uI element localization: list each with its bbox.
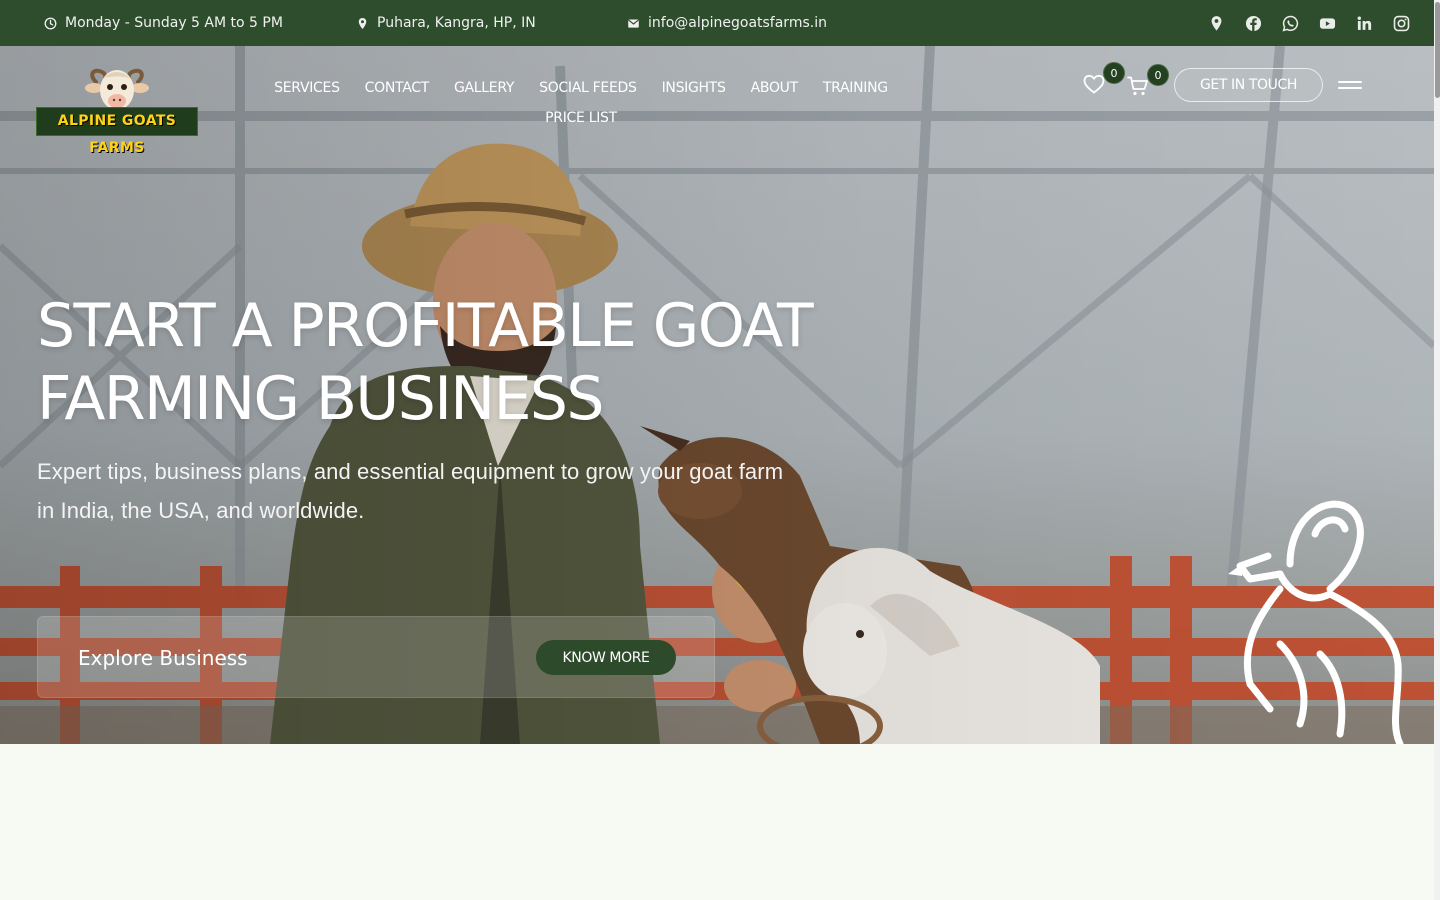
nav-item-social-feeds[interactable]: SOCIAL FEEDS xyxy=(539,78,637,98)
clock-icon xyxy=(44,17,57,29)
cart-button[interactable]: 0 xyxy=(1126,64,1169,100)
business-hours: Monday - Sunday 5 AM to 5 PM xyxy=(44,0,283,46)
map-pin-icon xyxy=(1211,15,1221,31)
contact-email[interactable]: info@alpinegoatsfarms.in xyxy=(627,0,827,46)
get-in-touch-button[interactable]: GET IN TOUCH xyxy=(1174,68,1323,102)
know-more-button[interactable]: KNOW MORE xyxy=(536,640,676,675)
whatsapp-icon xyxy=(1282,15,1298,31)
youtube-link[interactable] xyxy=(1318,14,1336,32)
map-pin-icon xyxy=(358,17,367,29)
explore-business-label: Explore Business xyxy=(78,646,248,670)
whatsapp-link[interactable] xyxy=(1281,14,1299,32)
nav-item-gallery[interactable]: GALLERY xyxy=(454,78,514,98)
email-link[interactable]: info@alpinegoatsfarms.in xyxy=(648,15,827,31)
goat-head-logo-icon xyxy=(85,68,149,110)
facebook-icon xyxy=(1245,15,1261,31)
linkedin-icon xyxy=(1357,16,1371,30)
nav-item-training[interactable]: TRAINING xyxy=(823,78,888,98)
hours-text: Monday - Sunday 5 AM to 5 PM xyxy=(65,15,283,31)
nav-item-contact[interactable]: CONTACT xyxy=(365,78,430,98)
nav-item-price-list[interactable]: PRICE LIST xyxy=(545,108,617,128)
site-logo[interactable]: ALPINE GOATS FARMS xyxy=(36,66,198,156)
cart-count-badge: 0 xyxy=(1147,64,1169,86)
hero-section: ALPINE GOATS FARMS SERVICES CONTACT GALL… xyxy=(0,46,1434,744)
facebook-link[interactable] xyxy=(1244,14,1262,32)
nav-item-about[interactable]: ABOUT xyxy=(751,78,799,98)
youtube-icon xyxy=(1319,17,1335,29)
instagram-icon xyxy=(1393,15,1409,31)
main-navigation: SERVICES CONTACT GALLERY SOCIAL FEEDS IN… xyxy=(240,78,922,128)
location-text: Puhara, Kangra, HP, IN xyxy=(377,15,536,31)
nav-item-services[interactable]: SERVICES xyxy=(274,78,340,98)
explore-business-panel: Explore Business KNOW MORE xyxy=(37,616,715,698)
hero-title-line-2: FARMING BUSINESS xyxy=(37,364,604,434)
goat-emblem-icon xyxy=(1228,500,1404,744)
top-info-bar: Monday - Sunday 5 AM to 5 PM Puhara, Kan… xyxy=(0,0,1434,46)
wishlist-button[interactable]: 0 xyxy=(1082,62,1125,98)
nav-item-insights[interactable]: INSIGHTS xyxy=(662,78,726,98)
farm-location: Puhara, Kangra, HP, IN xyxy=(356,0,536,46)
instagram-link[interactable] xyxy=(1392,14,1410,32)
hero-title-line-1: START A PROFITABLE GOAT xyxy=(37,291,814,361)
hero-subtitle: Expert tips, business plans, and essenti… xyxy=(37,459,784,523)
wishlist-count-badge: 0 xyxy=(1103,62,1125,84)
social-links xyxy=(1207,0,1410,46)
menu-hamburger-icon[interactable] xyxy=(1338,79,1362,91)
hero-title: START A PROFITABLE GOAT FARMING BUSINESS xyxy=(37,290,917,436)
logo-wordmark: ALPINE GOATS FARMS xyxy=(36,107,198,156)
page-scrollbar-track[interactable] xyxy=(1434,0,1440,900)
map-pin-link[interactable] xyxy=(1207,14,1225,32)
envelope-icon xyxy=(628,18,639,28)
linkedin-link[interactable] xyxy=(1355,14,1373,32)
page-scrollbar-thumb[interactable] xyxy=(1435,2,1440,98)
